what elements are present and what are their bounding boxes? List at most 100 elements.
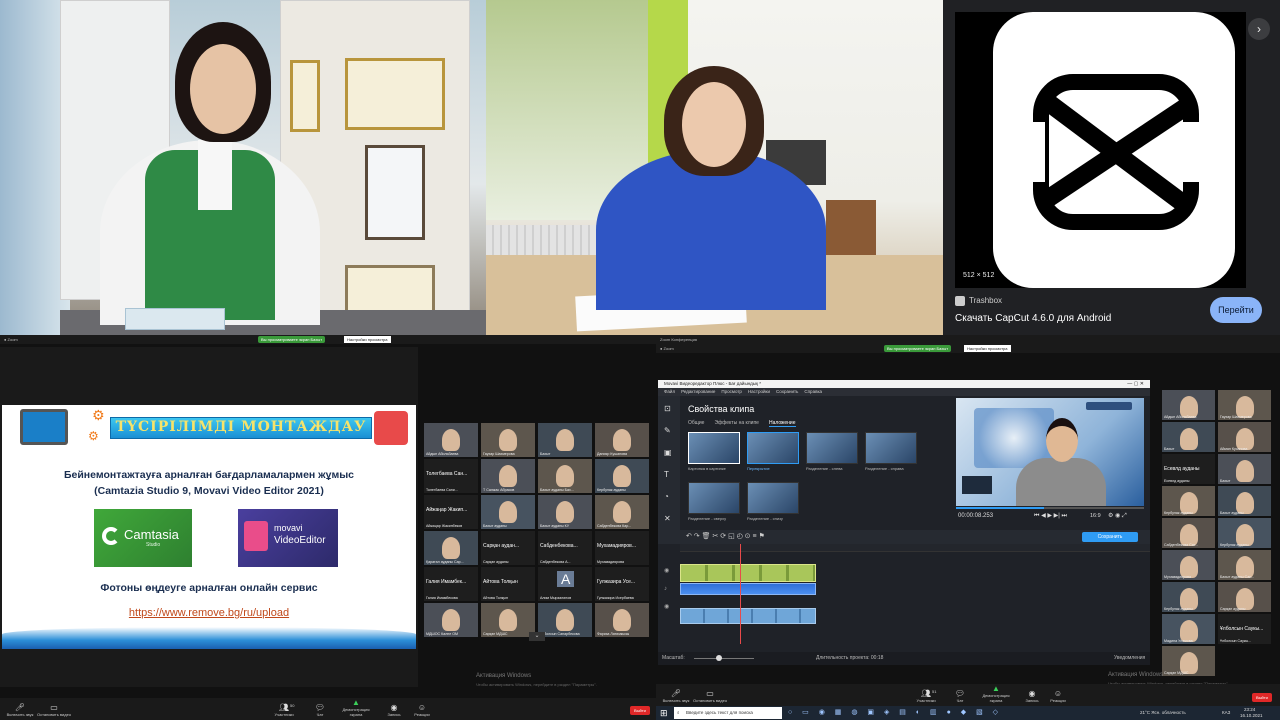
participant-tile[interactable]: Сабденбекова... Сабденбекова А... bbox=[538, 531, 592, 565]
participant-tile[interactable]: Данияр Кушанова bbox=[595, 423, 649, 457]
tools-icon[interactable]: ✕ bbox=[664, 514, 671, 523]
participant-tile[interactable]: Есевлд ауданы Есевлд ауданы bbox=[1162, 454, 1215, 484]
tab-2[interactable]: Наложение bbox=[768, 420, 796, 427]
menu-item[interactable]: Сохранить bbox=[776, 389, 798, 394]
tab-1[interactable]: Эффекты на клипе bbox=[714, 420, 759, 426]
transition-icon[interactable]: ▣ bbox=[664, 448, 672, 457]
menu-item[interactable]: Файл bbox=[664, 389, 675, 394]
participant-tile[interactable]: Мухамадиярова bbox=[1162, 550, 1215, 580]
menu-item[interactable]: Просмотр bbox=[721, 389, 742, 394]
gallery-pager[interactable]: ⌄ bbox=[529, 632, 545, 641]
titles-icon[interactable]: T bbox=[664, 470, 669, 479]
participant-tile[interactable]: Айдын Абильбаева bbox=[1162, 390, 1215, 420]
overlay-thumb[interactable]: Перекрытие bbox=[747, 432, 799, 476]
reactions-button[interactable]: ☺ Реакции bbox=[402, 703, 442, 717]
overlay-thumb[interactable]: Картинка в картинке bbox=[688, 432, 740, 476]
participant-tile[interactable]: Бахыт bbox=[1162, 422, 1215, 452]
participant-tile[interactable]: Бахыт ауданы bbox=[1218, 486, 1271, 516]
participant-tile[interactable]: Сарқан ауданы bbox=[1218, 582, 1271, 612]
playhead[interactable] bbox=[740, 544, 741, 644]
language[interactable]: КАЗ bbox=[1222, 710, 1230, 715]
player-controls[interactable]: ⏮ ◀ ▶ ▶| ⏭ bbox=[1034, 512, 1067, 520]
reactions-button-2[interactable]: ☺ Реакции bbox=[1038, 689, 1078, 703]
participant-tile[interactable]: Т Салжас Абрасов bbox=[481, 459, 535, 493]
stickers-icon[interactable]: ◔ bbox=[664, 492, 669, 501]
video-clip[interactable] bbox=[680, 564, 816, 582]
view-options-2[interactable]: Настройки просмотра bbox=[964, 345, 1011, 352]
video-button[interactable]: ▭ Остановить видео bbox=[34, 703, 74, 717]
view-options[interactable]: Настройки просмотра bbox=[344, 336, 391, 343]
participant-tile[interactable]: Галия Имамбек... Галия Имамбекова bbox=[424, 567, 478, 601]
participant-tile[interactable]: Қаратал ауданы Сар... bbox=[424, 531, 478, 565]
participant-tile[interactable]: Айжаңар Жакип... Айжаңар Жакипбеков bbox=[424, 495, 478, 529]
weather[interactable]: 21°C Ясн. облачность bbox=[1140, 710, 1186, 715]
filter-icon[interactable]: ✎ bbox=[664, 426, 671, 435]
clock-time[interactable]: 23:24 bbox=[1244, 707, 1255, 712]
menu-item[interactable]: Справка bbox=[804, 389, 822, 394]
overlay-thumb[interactable]: Разделение - сверху bbox=[688, 482, 740, 526]
aspect-ratio[interactable]: 16:9 bbox=[1090, 513, 1101, 519]
participant-tile[interactable]: Айтова Толқын Айтова Толқын bbox=[481, 567, 535, 601]
zoom-slider[interactable] bbox=[694, 658, 754, 659]
overlay-thumb[interactable]: Разделение - справа bbox=[865, 432, 917, 476]
import-icon[interactable]: ⊡ bbox=[664, 404, 671, 413]
chat-button[interactable]: 💬︎ Чат bbox=[300, 703, 340, 717]
overlay-thumb[interactable]: Разделение - слева bbox=[806, 432, 858, 476]
participant-tile[interactable]: Айман Кусанова bbox=[1218, 422, 1271, 452]
participant-tile[interactable]: Кербулак ауданы bbox=[1162, 486, 1215, 516]
participant-tile[interactable]: Бахыт ауданы bbox=[481, 495, 535, 529]
zoom-slider-thumb[interactable] bbox=[716, 655, 722, 661]
overlay-clip[interactable] bbox=[680, 608, 816, 624]
clock-date[interactable]: 16.10.2021 bbox=[1240, 713, 1263, 718]
share-notice[interactable]: Вы просматриваете экран Бахыт bbox=[258, 336, 326, 343]
participant-tile[interactable]: Ұлболсын Саукы... Ұлболсын Саукы... bbox=[1218, 614, 1271, 644]
participant-tile[interactable]: A Алим Мырзалинов bbox=[538, 567, 592, 601]
fullscreen-icons[interactable]: ⚙ ◉ ⤢ bbox=[1108, 512, 1127, 520]
participant-tile[interactable]: Бахыт bbox=[538, 423, 592, 457]
slide-link[interactable]: https://www.remove.bg/ru/upload bbox=[2, 607, 416, 619]
participant-tile[interactable]: Сабденбекова Кар... bbox=[595, 495, 649, 529]
result-title[interactable]: Скачать CapCut 4.6.0 для Android bbox=[955, 313, 1111, 324]
video-button-2[interactable]: ▭ Остановить видео bbox=[690, 689, 730, 703]
participant-tile[interactable]: Айдын Абильбаева bbox=[424, 423, 478, 457]
participants-button[interactable]: 👥︎ Участники bbox=[264, 703, 304, 717]
participant-tile[interactable]: Толегбаева Сан... Толегбаева Сани... bbox=[424, 459, 478, 493]
participant-tile[interactable]: Бахыт ауданы Бах... bbox=[538, 459, 592, 493]
participant-tile[interactable]: Фариза Латимкызы bbox=[595, 603, 649, 637]
participant-tile[interactable]: Бахыт ауданы Сан... bbox=[1218, 550, 1271, 580]
tab-0[interactable]: Общие bbox=[688, 420, 704, 426]
participant-tile[interactable]: Мухамадияров... Мухамадиярова bbox=[595, 531, 649, 565]
participant-tile[interactable]: Сарқан МДШС bbox=[1162, 646, 1215, 676]
share-screen-button-2[interactable]: ▲ Демонстрация экрана bbox=[976, 684, 1016, 703]
source-name[interactable]: Trashbox bbox=[969, 296, 1002, 305]
menu-item[interactable]: Редактирование bbox=[681, 389, 715, 394]
participant-tile[interactable]: Кербулак ауданы bbox=[1218, 518, 1271, 548]
participant-tile[interactable]: Сарқан аудан... Сарқан ауданы bbox=[481, 531, 535, 565]
timeline-tools[interactable]: ↶ ↷ 🗑︎ ✂ ⟳ ◱ ◴ ⊙ ≡ ⚑ bbox=[686, 532, 765, 540]
participant-tile[interactable]: Гаухар Шахмерова bbox=[481, 423, 535, 457]
participant-tile[interactable]: Сарқан МДШС bbox=[481, 603, 535, 637]
preview-scrubber[interactable] bbox=[956, 507, 1144, 509]
start-icon[interactable]: ⊞ bbox=[660, 708, 668, 718]
participant-tile[interactable]: Сабденбекова Сат... bbox=[1162, 518, 1215, 548]
participant-tile[interactable]: Кербулак ауданы bbox=[1162, 582, 1215, 612]
participant-tile[interactable]: Бахыт bbox=[1218, 454, 1271, 484]
participant-tile[interactable]: МДШОС Калпе ОМ bbox=[424, 603, 478, 637]
participant-tile[interactable]: Бахыт ауданы КУ bbox=[538, 495, 592, 529]
taskbar-apps[interactable]: ○ ▭ ◉ ▦ ◍ ▣ ◈ ▤ ◐ ▥ ● ◆ ▧ ◇ bbox=[788, 708, 1002, 716]
participant-tile[interactable]: Гулжазира Усе... Гулжазира Исербаева bbox=[595, 567, 649, 601]
audio-clip[interactable] bbox=[680, 583, 816, 595]
share-notice-2[interactable]: Вы просматриваете экран Бахыт bbox=[884, 345, 952, 352]
window-controls[interactable]: — ▢ ✕ bbox=[1127, 380, 1144, 388]
taskbar-search[interactable]: ⌕ Введите здесь текст для поиска bbox=[674, 707, 782, 719]
next-icon[interactable]: › bbox=[1248, 18, 1270, 40]
menu-item[interactable]: Настройки bbox=[748, 389, 770, 394]
notifications[interactable]: Уведомления bbox=[1114, 655, 1145, 661]
participant-tile[interactable]: Мадина Уламова bbox=[1162, 614, 1215, 644]
leave-button[interactable]: Выйти bbox=[630, 706, 650, 715]
participant-tile[interactable]: Ұлболсын Сапарбекова bbox=[538, 603, 592, 637]
export-button[interactable]: Сохранить bbox=[1082, 532, 1138, 542]
share-screen-button[interactable]: ▲ Демонстрация экрана bbox=[336, 698, 376, 717]
chat-button-2[interactable]: 💬︎ Чат bbox=[940, 689, 980, 703]
go-button[interactable]: Перейти bbox=[1210, 297, 1262, 323]
